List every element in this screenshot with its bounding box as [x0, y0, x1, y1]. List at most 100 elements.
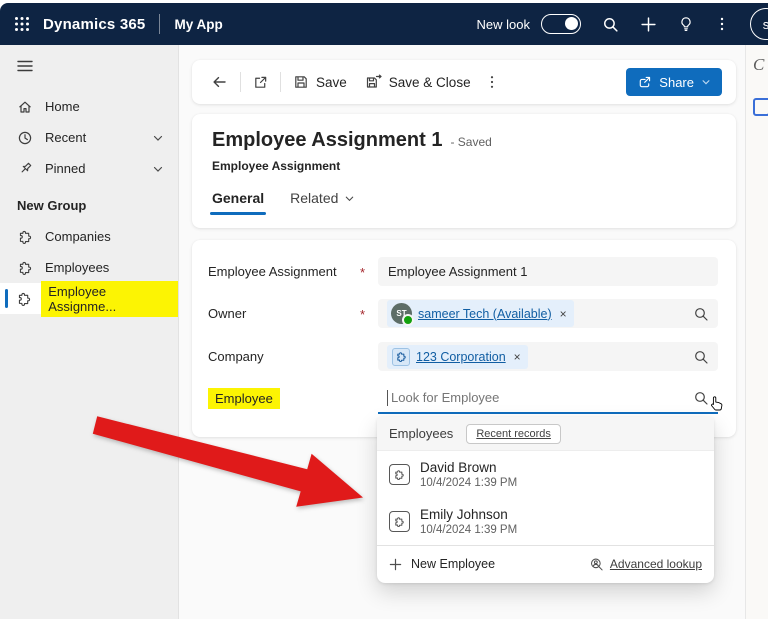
entity-puzzle-icon: [17, 229, 33, 244]
form-tabs: General Related: [209, 190, 716, 215]
sidebar-item-label: Employees: [45, 260, 110, 275]
lookup-field-owner[interactable]: ST sameer Tech (Available) ×: [378, 299, 718, 328]
tab-related[interactable]: Related: [290, 190, 355, 215]
tab-general[interactable]: General: [209, 190, 267, 215]
employee-lookup-flyout: Employees Recent records David Brown 10/…: [377, 417, 714, 583]
more-vertical-icon[interactable]: [715, 16, 729, 32]
sidebar-item-label: Home: [45, 99, 80, 114]
more-commands-button[interactable]: [480, 68, 504, 96]
lookup-result-emily-johnson[interactable]: Emily Johnson 10/4/2024 1:39 PM: [377, 498, 714, 545]
user-avatar[interactable]: s: [750, 8, 768, 40]
tab-related-label: Related: [290, 190, 339, 206]
entity-puzzle-icon: [17, 291, 32, 306]
company-record-chip[interactable]: 123 Corporation ×: [387, 344, 528, 369]
save-label: Save: [316, 74, 347, 90]
recent-records-button[interactable]: Recent records: [466, 423, 561, 444]
text-caret: [387, 389, 388, 406]
sidebar-item-home[interactable]: Home: [0, 91, 178, 122]
back-button[interactable]: [202, 68, 237, 96]
search-records-icon[interactable]: [693, 349, 709, 365]
new-look-label: New look: [476, 16, 530, 32]
panel-icon[interactable]: [753, 98, 768, 116]
share-icon: [637, 75, 652, 90]
lightbulb-icon[interactable]: [678, 16, 694, 32]
remove-owner-icon[interactable]: ×: [560, 308, 567, 320]
sidebar-item-companies[interactable]: Companies: [0, 221, 178, 252]
remove-company-icon[interactable]: ×: [514, 351, 521, 363]
share-button[interactable]: Share: [626, 68, 722, 96]
sidebar-item-label: Recent: [45, 130, 87, 145]
company-record-link[interactable]: 123 Corporation: [416, 350, 506, 364]
owner-record-chip[interactable]: ST sameer Tech (Available) ×: [387, 300, 574, 327]
home-icon: [17, 99, 33, 115]
presence-available-icon: [402, 314, 414, 326]
search-records-icon[interactable]: [693, 390, 709, 406]
sidebar-item-label: Pinned: [45, 161, 86, 176]
result-name: David Brown: [420, 460, 497, 475]
open-in-new-window-button[interactable]: [244, 69, 277, 96]
lookup-result-david-brown[interactable]: David Brown 10/4/2024 1:39 PM: [377, 451, 714, 498]
field-label: Owner: [208, 306, 247, 321]
sidebar-nav: Home Recent Pinned New Group Companies E…: [0, 91, 178, 317]
field-label: Employee Assignment: [208, 264, 337, 279]
search-records-icon[interactable]: [693, 306, 709, 322]
chevron-down-icon[interactable]: [152, 163, 164, 175]
chevron-down-icon: [701, 77, 711, 87]
record-title: Employee Assignment 1: [212, 129, 443, 151]
selected-indicator: [5, 289, 8, 308]
lookup-field-company[interactable]: 123 Corporation ×: [378, 342, 718, 371]
save-and-close-icon: [365, 74, 382, 90]
command-bar-separator: [240, 72, 241, 92]
save-icon: [293, 74, 309, 90]
topbar-divider: [159, 14, 161, 34]
back-arrow-icon: [211, 74, 228, 90]
user-avatar-initial: s: [762, 16, 768, 32]
toggle-knob: [565, 16, 578, 30]
field-value: Employee Assignment 1: [388, 264, 528, 279]
hamburger-menu-icon[interactable]: [0, 45, 33, 83]
sidebar-item-pinned[interactable]: Pinned: [0, 153, 178, 184]
copilot-icon[interactable]: C: [753, 55, 764, 75]
chevron-down-icon[interactable]: [152, 132, 164, 144]
app-window: Dynamics 365 My App New look s Home Rece…: [0, 0, 768, 619]
app-name[interactable]: My App: [174, 17, 222, 32]
flyout-footer: New Employee Advanced lookup: [377, 545, 714, 582]
required-marker: *: [360, 307, 366, 322]
sidebar-group-header: New Group: [17, 198, 87, 213]
brand-title[interactable]: Dynamics 365: [43, 16, 145, 33]
add-icon: [389, 558, 402, 571]
save-button[interactable]: Save: [284, 68, 356, 96]
open-in-new-window-icon: [253, 75, 268, 90]
flyout-header: Employees Recent records: [377, 417, 714, 451]
field-row-employee-assignment: Employee Assignment * Employee Assignmen…: [208, 257, 718, 286]
text-field-employee-assignment[interactable]: Employee Assignment 1: [378, 257, 718, 286]
new-look-toggle[interactable]: [541, 14, 581, 34]
employee-label-highlight: Employee: [208, 388, 280, 409]
waffle-icon[interactable]: [14, 16, 30, 32]
entity-name: Employee Assignment: [212, 159, 341, 173]
sidebar-item-employee-assignment[interactable]: Employee Assignme...: [0, 280, 178, 317]
employee-lookup-input[interactable]: Look for Employee: [378, 383, 718, 414]
search-icon[interactable]: [602, 16, 619, 33]
pin-icon: [17, 161, 33, 176]
result-date: 10/4/2024 1:39 PM: [420, 524, 518, 536]
save-and-close-button[interactable]: Save & Close: [356, 68, 480, 96]
add-icon[interactable]: [640, 16, 657, 33]
owner-record-link[interactable]: sameer Tech (Available): [418, 307, 552, 321]
advanced-lookup-button[interactable]: Advanced lookup: [589, 557, 702, 572]
sidebar-item-recent[interactable]: Recent: [0, 122, 178, 153]
sidebar-item-label-highlighted: Employee Assignme...: [41, 280, 178, 317]
company-entity-icon: [392, 347, 410, 366]
sidebar-item-label: Companies: [45, 229, 111, 244]
command-bar-separator: [280, 72, 281, 92]
more-vertical-icon: [485, 74, 499, 90]
entity-puzzle-icon: [17, 260, 33, 275]
field-label: Company: [208, 349, 264, 364]
clock-icon: [17, 130, 33, 146]
new-employee-button[interactable]: New Employee: [389, 557, 495, 571]
top-navigation-bar: Dynamics 365 My App New look s: [0, 3, 768, 45]
field-label-highlighted: Employee: [208, 388, 360, 409]
sidebar-item-employees[interactable]: Employees: [0, 252, 178, 283]
share-label: Share: [659, 74, 694, 90]
entity-puzzle-icon: [389, 464, 410, 485]
